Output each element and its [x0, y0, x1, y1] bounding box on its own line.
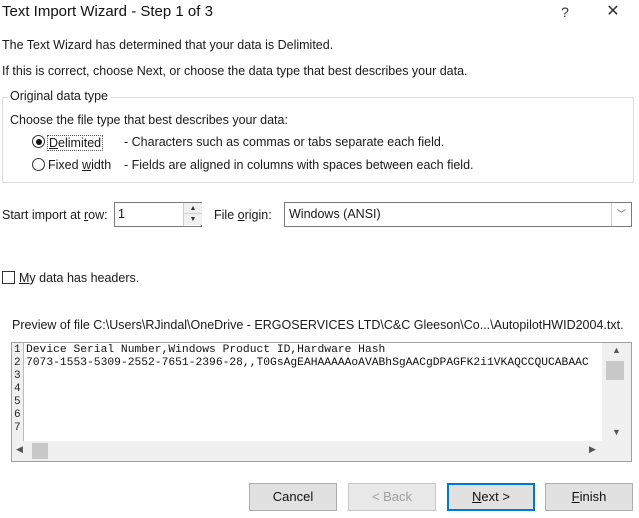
start-import-row-label: Start import at row: — [2, 208, 108, 222]
help-icon[interactable]: ? — [550, 0, 580, 24]
row-number: 6 — [14, 409, 21, 421]
scroll-up-icon[interactable]: ▲ — [602, 345, 631, 355]
intro-line-1: The Text Wizard has determined that your… — [2, 38, 334, 52]
preview-label: Preview of file C:\Users\RJindal\OneDriv… — [12, 318, 624, 332]
start-row-value[interactable]: 1 — [118, 207, 125, 221]
delimited-radio[interactable] — [32, 135, 45, 148]
headers-checkbox-label[interactable]: My data has headers. — [19, 271, 139, 285]
row-number: 4 — [14, 383, 21, 395]
row-number: 3 — [14, 370, 21, 382]
scroll-right-icon[interactable]: ▶ — [589, 444, 596, 455]
row-number: 2 — [14, 357, 21, 369]
scroll-left-icon[interactable]: ◀ — [16, 444, 23, 455]
fixed-width-radio[interactable] — [32, 158, 45, 171]
file-origin-value[interactable]: Windows (ANSI) — [289, 207, 381, 221]
horizontal-scrollbar[interactable] — [12, 441, 602, 461]
window-title: Text Import Wizard - Step 1 of 3 — [2, 3, 213, 20]
headers-checkbox[interactable] — [2, 271, 15, 284]
fixed-width-description: - Fields are aligned in columns with spa… — [124, 158, 474, 172]
file-type-prompt: Choose the file type that best describes… — [10, 113, 288, 127]
delimited-label[interactable]: Delimited — [47, 135, 104, 151]
chevron-down-icon[interactable]: ﹀ — [611, 203, 631, 226]
cancel-button[interactable]: Cancel — [249, 483, 337, 511]
delimited-label-rest: elimited — [58, 136, 102, 150]
scroll-down-icon[interactable]: ▼ — [602, 427, 631, 437]
vertical-scroll-thumb[interactable] — [606, 361, 624, 380]
close-icon[interactable]: ✕ — [598, 0, 628, 24]
preview-line: Device Serial Number,Windows Product ID,… — [26, 344, 386, 356]
back-button[interactable]: < Back — [348, 483, 436, 511]
scrollbar-corner — [602, 441, 631, 461]
spin-down-icon[interactable]: ▼ — [184, 214, 202, 225]
horizontal-scroll-thumb[interactable] — [32, 443, 48, 459]
row-number: 5 — [14, 396, 21, 408]
preview-line: 7073-1553-5309-2552-7651-2396-28,,T0GsAg… — [26, 357, 589, 369]
delimited-description: - Characters such as commas or tabs sepa… — [124, 135, 445, 149]
spinner-buttons: ▲ ▼ — [183, 203, 202, 226]
next-button[interactable]: Next > — [447, 483, 535, 511]
spin-up-icon[interactable]: ▲ — [184, 203, 202, 214]
intro-line-2: If this is correct, choose Next, or choo… — [2, 64, 468, 78]
file-origin-label: File origin: — [214, 208, 272, 222]
row-number: 1 — [14, 344, 21, 356]
fixed-width-label[interactable]: Fixed width — [48, 158, 111, 172]
row-number: 7 — [14, 422, 21, 434]
finish-button[interactable]: Finish — [545, 483, 633, 511]
group-title: Original data type — [8, 89, 110, 103]
